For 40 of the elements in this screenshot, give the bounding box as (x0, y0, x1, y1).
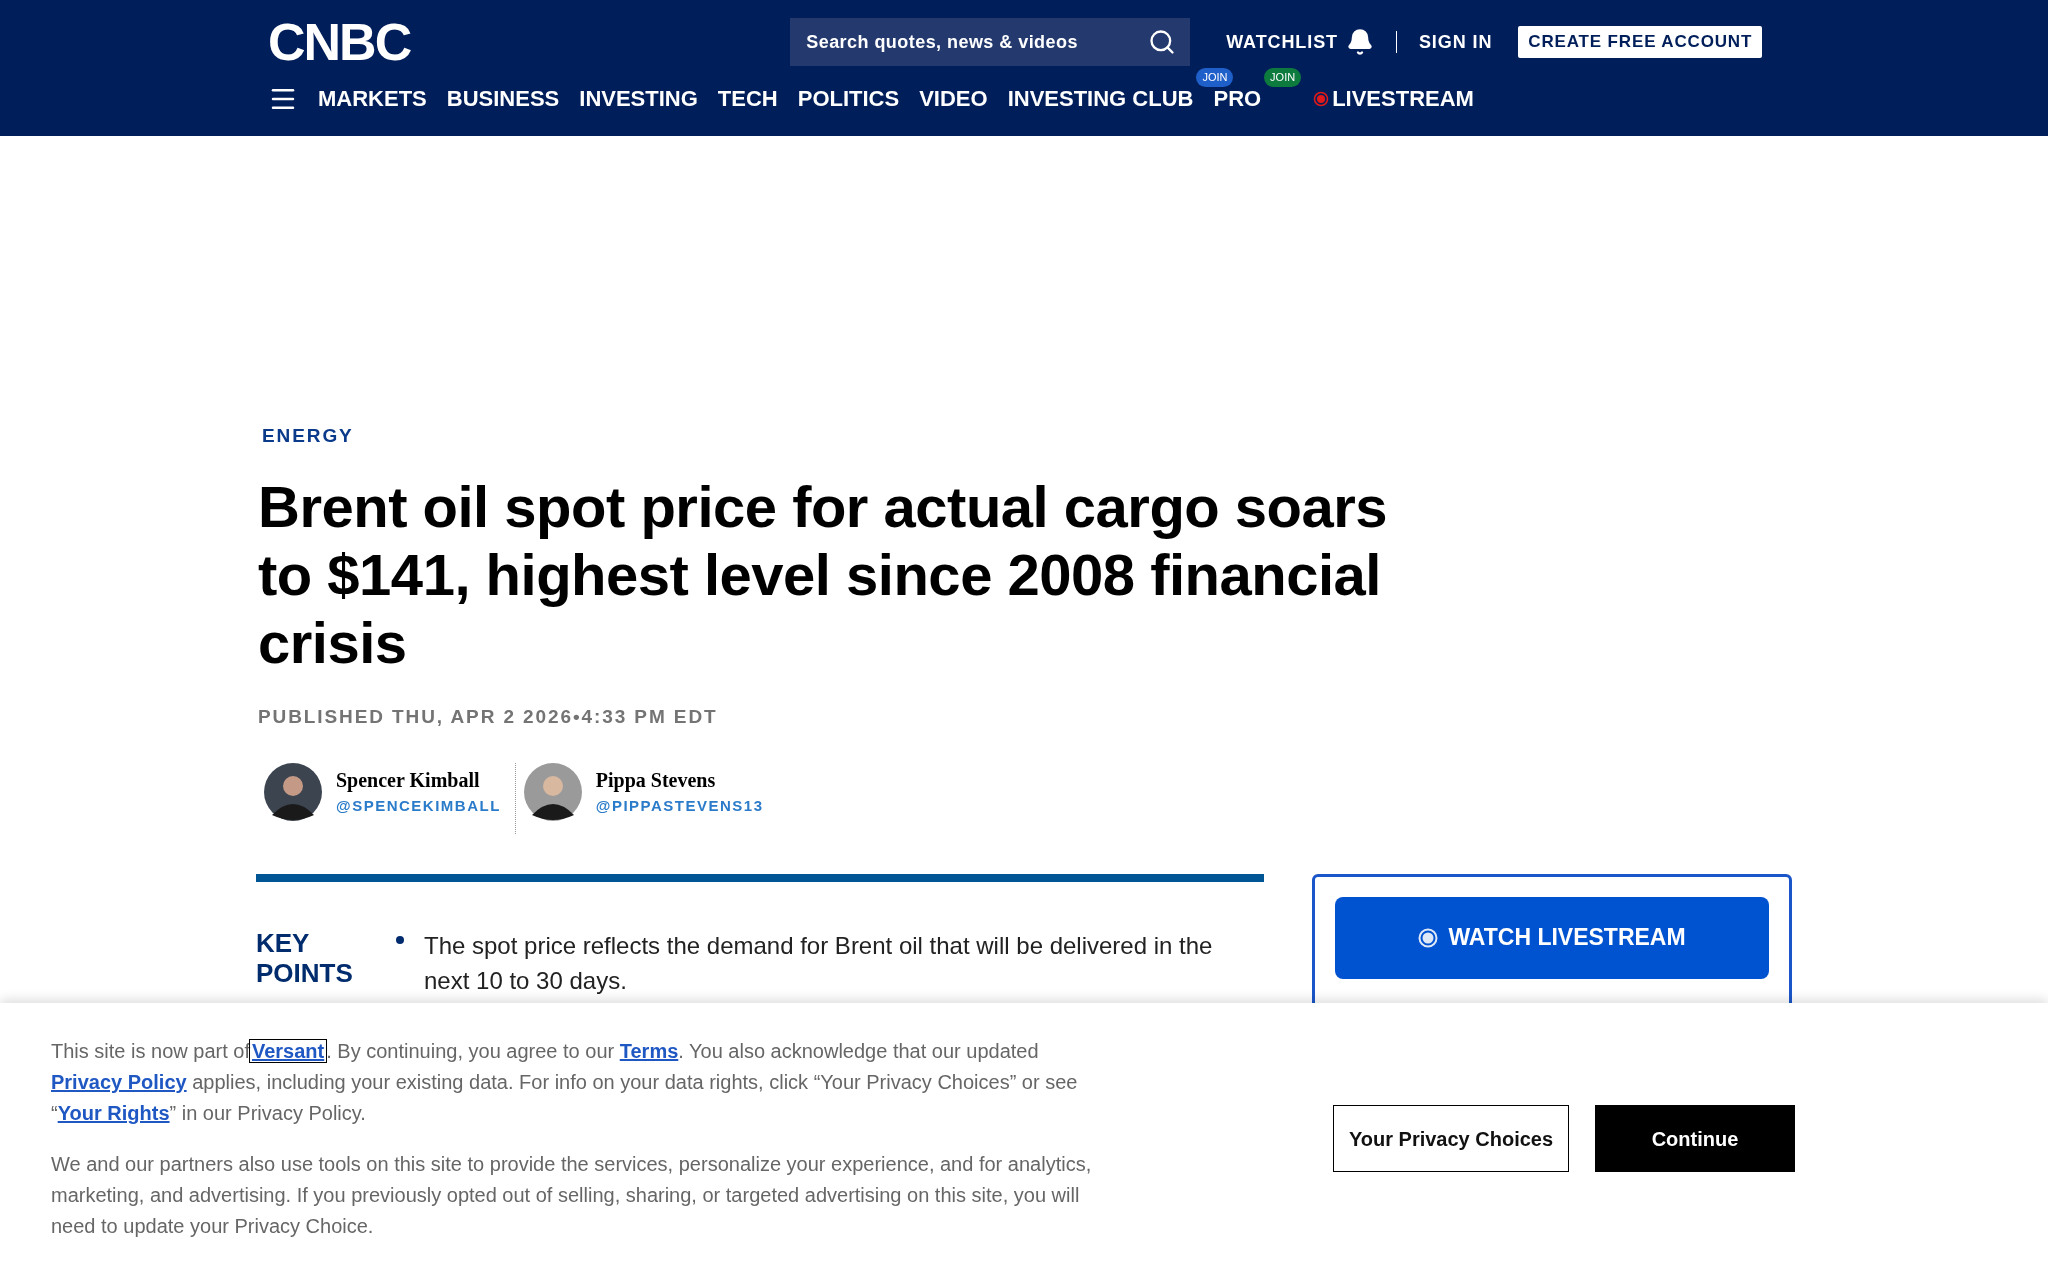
author-avatar-icon (264, 763, 322, 821)
consent-text: This site is now part ofVersant. By continuing, you agree to our Terms. You also acknowledge that our updated Privacy Policy applies, including your existing data. For info on your data rights, click “Your Privacy Choices” or see “Your Rights” in our Privacy Policy. (51, 1039, 1079, 1126)
watchlist-button[interactable]: WATCHLIST (1226, 28, 1374, 56)
search-field[interactable]: Search quotes, news & videos (790, 18, 1191, 66)
nav-link[interactable]: BUSINESS (446, 82, 560, 115)
search-icon[interactable] (1148, 28, 1177, 56)
author-avatar-icon (523, 763, 582, 821)
publish-date: PUBLISHED THU, APR 2 2026•4:33 PM EDT (258, 704, 719, 729)
privacy-choices-button[interactable]: Your Privacy Choices (1333, 1105, 1569, 1172)
continue-button[interactable]: Continue (1595, 1105, 1795, 1172)
author-handle[interactable]: @PIPPASTEVENS13 (595, 795, 764, 818)
sign-in-link[interactable]: SIGN IN (1418, 28, 1493, 56)
consent-link[interactable]: Terms (619, 1040, 679, 1062)
nav-link[interactable]: VIDEO (919, 82, 988, 115)
nav-link[interactable]: POLITICS (797, 82, 900, 115)
site-logo[interactable]: CNBC (268, 14, 411, 70)
bell-icon (1345, 28, 1374, 56)
live-dot-icon (1313, 90, 1330, 107)
nav-link[interactable]: INVESTING (579, 82, 698, 115)
create-account-button[interactable]: CREATE FREE ACCOUNT (1518, 26, 1763, 58)
key-points-title: KEY POINTS (256, 927, 354, 990)
consent-text: We and our partners also use tools on this site to provide the services, personalize your experience, and for analytics, marketing, and advertising. If you previously opted out of selling, sharing, or targeted advertising on this site, you will need to update your Privacy Choice. (51, 1152, 1093, 1239)
bullet-icon (396, 935, 404, 944)
key-point-text: The spot price reflects the demand for Brent oil that will be delivered in the next 10 to 30 days. (424, 930, 1214, 996)
nav-link[interactable]: INVESTING CLUB (1007, 82, 1194, 115)
consent-link[interactable]: Privacy Policy (51, 1071, 187, 1093)
join-badge[interactable]: JOIN (1196, 68, 1234, 87)
livestream-link[interactable]: LIVESTREAM (1313, 82, 1474, 115)
consent-link[interactable]: Versant (249, 1040, 327, 1062)
author-name[interactable]: Pippa Stevens (595, 765, 764, 795)
live-dot-icon (1418, 927, 1439, 948)
join-badge[interactable]: JOIN (1264, 68, 1302, 87)
author-name[interactable]: Spencer Kimball (336, 765, 501, 795)
section-label[interactable]: ENERGY (262, 422, 1792, 451)
watch-livestream-button[interactable]: WATCH LIVESTREAM (1335, 896, 1769, 979)
author-handle[interactable]: @SPENCEKIMBALL (336, 795, 501, 818)
article-headline: Brent oil spot price for actual cargo soars to $141, highest level since 2008 financial crisis (258, 472, 1389, 677)
nav-link[interactable]: MARKETS (318, 82, 427, 115)
consent-link[interactable]: Your Rights (57, 1102, 170, 1124)
nav-link[interactable]: TECH (717, 82, 778, 115)
